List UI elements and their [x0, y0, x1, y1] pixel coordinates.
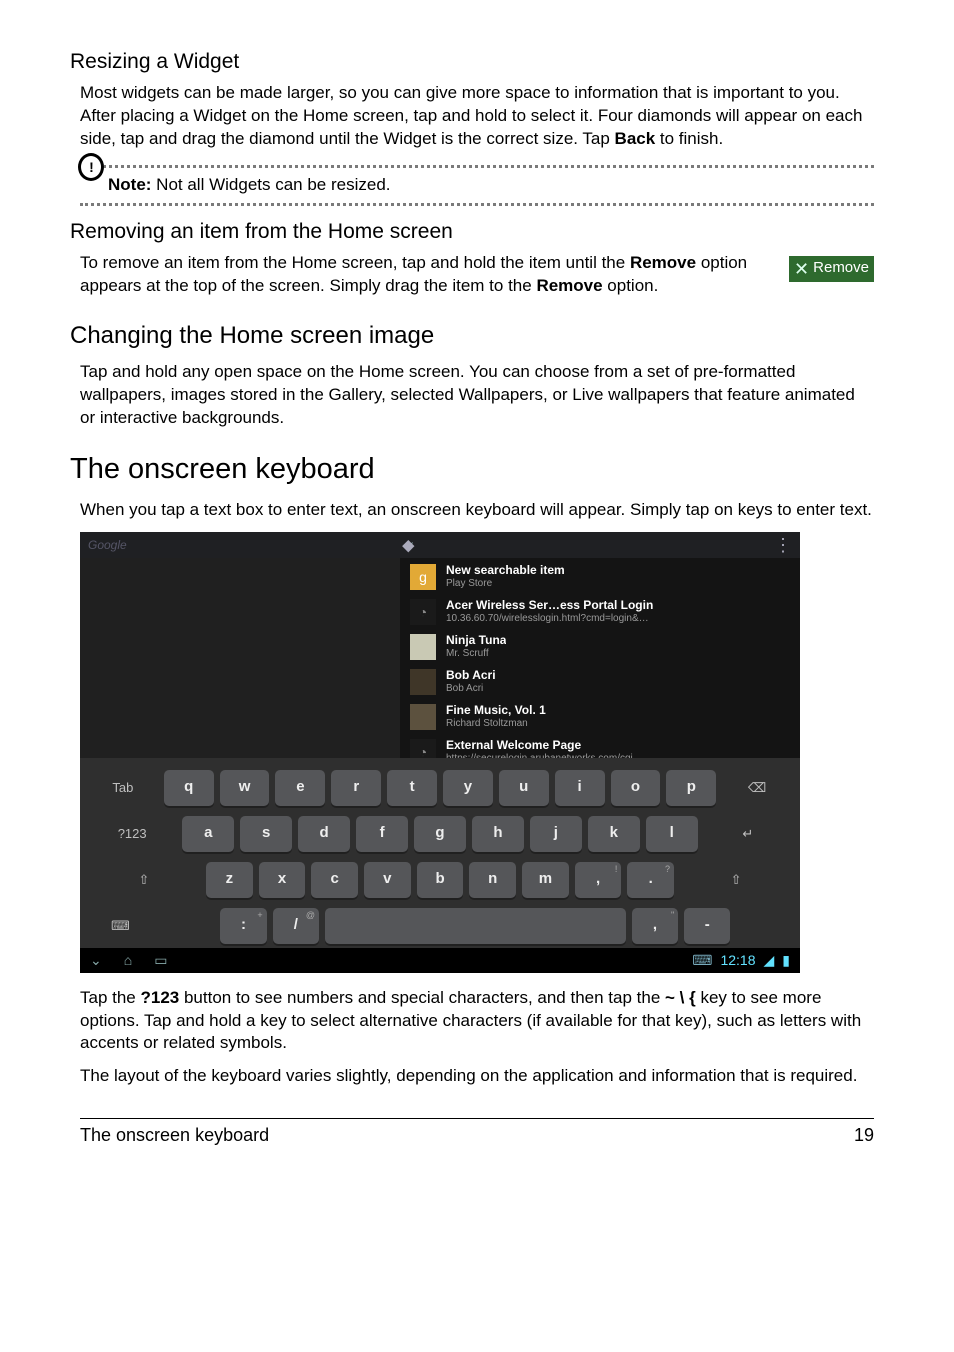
close-icon: ✕ [794, 260, 809, 278]
nav-recents-icon[interactable]: ▭ [154, 951, 167, 970]
page-footer: The onscreen keyboard 19 [80, 1118, 874, 1147]
suggestion-title: External Welcome Page [446, 739, 643, 753]
suggestion-subtitle: 10.36.60.70/wirelesslogin.html?cmd=login… [446, 613, 653, 625]
key-o[interactable]: o [611, 770, 661, 806]
key-colon[interactable]: +: [220, 908, 266, 944]
heading-resizing: Resizing a Widget [70, 48, 874, 76]
key-k[interactable]: k [588, 816, 640, 852]
ime-icon[interactable]: ⌨ [692, 951, 712, 970]
key-c[interactable]: c [311, 862, 358, 898]
key-u[interactable]: u [499, 770, 549, 806]
paragraph: Most widgets can be made larger, so you … [80, 82, 874, 151]
wifi-icon: ◢ [764, 951, 775, 970]
page-number: 19 [854, 1123, 874, 1147]
key-v[interactable]: v [364, 862, 411, 898]
suggestion-title: Bob Acri [446, 669, 496, 683]
key-m[interactable]: m [522, 862, 569, 898]
suggestion-subtitle: Mr. Scruff [446, 648, 506, 660]
key-g[interactable]: g [414, 816, 466, 852]
paragraph: The layout of the keyboard varies slight… [80, 1065, 874, 1088]
remove-label: Remove [813, 258, 869, 278]
key-slash[interactable]: @/ [273, 908, 319, 944]
key-shift-left[interactable]: ⇧ [88, 862, 200, 898]
key-backspace[interactable]: ⌫ [722, 770, 792, 806]
key-l[interactable]: l [646, 816, 698, 852]
screenshot-keyboard: Google × ⬥ ⋮ g New searchable itemPlay St… [80, 532, 800, 973]
suggestion-icon [410, 669, 436, 695]
key-.[interactable]: .? [627, 862, 674, 898]
key-y[interactable]: y [443, 770, 493, 806]
warning-icon: ! [78, 154, 104, 180]
key-shift-right[interactable]: ⇧ [680, 862, 792, 898]
key-f[interactable]: f [356, 816, 408, 852]
key-keyboard-switch[interactable]: ⌨ [88, 908, 153, 944]
suggestion-subtitle: Play Store [446, 578, 565, 590]
search-hint: Google [88, 537, 127, 553]
battery-icon: ▮ [782, 951, 790, 970]
key-s[interactable]: s [240, 816, 292, 852]
suggestion-icon: ◔ [410, 599, 436, 625]
key-a[interactable]: a [182, 816, 234, 852]
key-e[interactable]: e [275, 770, 325, 806]
suggestion-item[interactable]: Ninja TunaMr. Scruff [400, 630, 800, 665]
menu-icon[interactable]: ⋮ [774, 536, 792, 554]
suggestion-title: New searchable item [446, 564, 565, 578]
key-b[interactable]: b [417, 862, 464, 898]
key-t[interactable]: t [387, 770, 437, 806]
key-h[interactable]: h [472, 816, 524, 852]
suggestion-title: Ninja Tuna [446, 634, 506, 648]
suggestion-item[interactable]: Fine Music, Vol. 1Richard Stoltzman [400, 700, 800, 735]
key-symbols[interactable]: ?123 [88, 816, 176, 852]
footer-title: The onscreen keyboard [80, 1123, 269, 1147]
key-dash[interactable]: - [684, 908, 730, 944]
key-w[interactable]: w [220, 770, 270, 806]
key-x[interactable]: x [259, 862, 306, 898]
suggestion-subtitle: https://securelogin.arubanetworks.com/cg… [446, 753, 643, 757]
key-enter[interactable]: ↵ [704, 816, 792, 852]
heading-removing: Removing an item from the Home screen [70, 218, 874, 246]
paragraph: When you tap a text box to enter text, a… [80, 499, 874, 522]
key-j[interactable]: j [530, 816, 582, 852]
nav-home-icon[interactable]: ⌂ [124, 951, 132, 970]
heading-keyboard: The onscreen keyboard [70, 450, 874, 489]
nav-collapse-icon[interactable]: ⌄ [90, 951, 102, 970]
suggestion-icon: g [410, 564, 436, 590]
suggestion-item[interactable]: ◔ Acer Wireless Ser…ess Portal Login10.36… [400, 595, 800, 630]
suggestions-empty [80, 558, 400, 758]
paragraph: Tap the ?123 button to see numbers and s… [80, 987, 874, 1056]
key-,[interactable]: ,! [575, 862, 622, 898]
heading-changing: Changing the Home screen image [70, 320, 874, 352]
suggestion-subtitle: Richard Stoltzman [446, 718, 546, 730]
suggestion-subtitle: Bob Acri [446, 683, 496, 695]
key-space[interactable] [325, 908, 626, 944]
suggestion-icon [410, 634, 436, 660]
search-bar[interactable]: Google × ⬥ ⋮ [80, 532, 800, 558]
suggestion-item[interactable]: ◔ External Welcome Pagehttps://securelogi… [400, 735, 800, 758]
suggestion-item[interactable]: g New searchable itemPlay Store [400, 560, 800, 595]
key-comma[interactable]: ", [632, 908, 678, 944]
key-q[interactable]: q [164, 770, 214, 806]
paragraph: Tap and hold any open space on the Home … [80, 361, 874, 430]
keyboard: Tab qwertyuiop ⌫ ?123 asdfghjkl ↵ ⇧ zxcv… [80, 758, 800, 948]
key-tab[interactable]: Tab [88, 770, 158, 806]
suggestion-title: Acer Wireless Ser…ess Portal Login [446, 599, 653, 613]
key-z[interactable]: z [206, 862, 253, 898]
suggestion-icon: ◔ [410, 739, 436, 758]
paragraph: To remove an item from the Home screen, … [80, 252, 775, 298]
note-block: ! Note: Not all Widgets can be resized. [80, 165, 874, 206]
status-time: 12:18 [720, 951, 755, 970]
key-d[interactable]: d [298, 816, 350, 852]
suggestion-item[interactable]: Bob AcriBob Acri [400, 665, 800, 700]
key-i[interactable]: i [555, 770, 605, 806]
key-p[interactable]: p [666, 770, 716, 806]
system-navbar: ⌄ ⌂ ▭ ⌨ 12:18 ◢ ▮ [80, 948, 800, 973]
key-r[interactable]: r [331, 770, 381, 806]
suggestions-list: g New searchable itemPlay Store ◔ Acer Wire… [400, 558, 800, 758]
key-n[interactable]: n [469, 862, 516, 898]
mic-icon[interactable]: ⬥ [402, 536, 415, 554]
suggestion-icon [410, 704, 436, 730]
suggestion-title: Fine Music, Vol. 1 [446, 704, 546, 718]
remove-button[interactable]: ✕ Remove [789, 256, 874, 281]
